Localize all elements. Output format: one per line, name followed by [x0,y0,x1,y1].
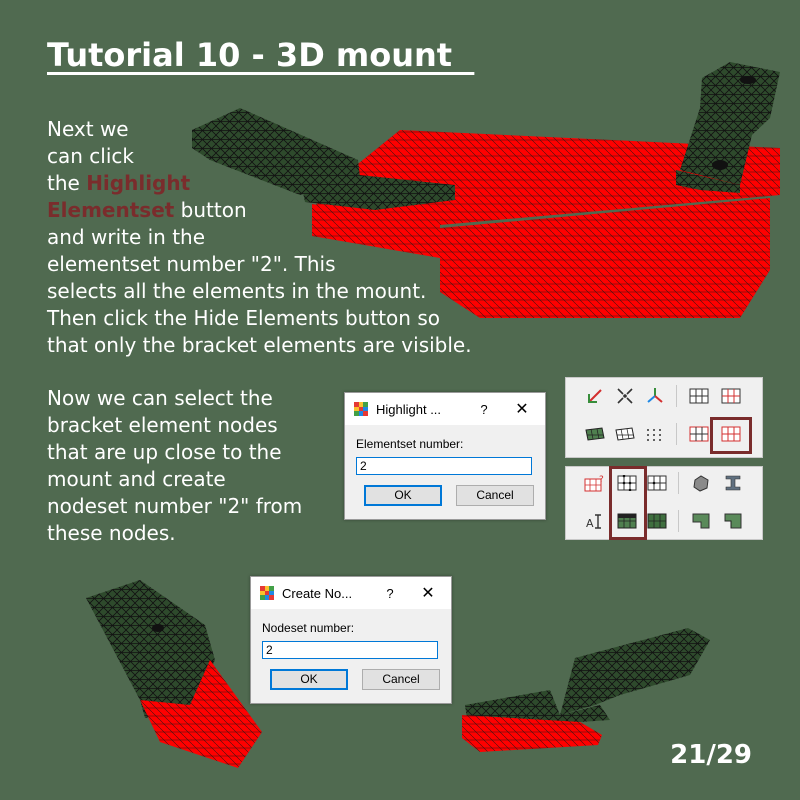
text-line: Now we can select the [47,386,273,410]
toolbar-separator [676,423,677,445]
rotate-axes-icon[interactable] [582,384,608,408]
text-line: that are up close to the [47,440,282,464]
svg-text:?: ? [599,475,604,485]
axis-triad-icon[interactable] [642,384,668,408]
instruction-paragraph-1: Next we can click the Highlight Elements… [47,116,472,359]
text-line: elementset number "2". This [47,252,336,276]
highlight-elementset-dialog: Highlight ... ? ✕ Elementset number: OK … [344,392,546,520]
text-line: mount and create [47,467,226,491]
l-shape-icon[interactable] [688,509,714,533]
dialog-title: Create No... [282,585,353,601]
dialog-buttons: OK Cancel [364,485,545,506]
app-icon [354,402,368,416]
app-icon [260,586,274,600]
toolbar-separator [676,385,677,407]
nodeset-number-label: Nodeset number: [262,621,355,635]
text-line: these nodes. [47,521,176,545]
text-line: bracket element nodes [47,413,278,437]
shaded-plate-icon[interactable] [582,422,608,446]
ok-button[interactable]: OK [270,669,348,690]
page-title: Tutorial 10 - 3D mount [47,36,475,74]
node-dots-icon[interactable] [642,422,668,446]
text-line: that only the bracket elements are visib… [47,333,472,357]
close-button[interactable]: ✕ [405,583,451,603]
text-line: Next we [47,117,129,141]
text-line: and write in the [47,225,206,249]
i-beam-icon[interactable] [720,471,746,495]
page-number: 21/29 [670,740,752,770]
text-line: Elementset button [47,197,472,224]
toolbar-separator [678,510,679,532]
toolbar-view [565,377,763,458]
element-grid-red-icon[interactable] [718,384,744,408]
node-select-question-icon[interactable]: ? [582,471,608,495]
cancel-button[interactable]: Cancel [456,485,534,506]
hide-elements-icon[interactable] [686,422,712,446]
shrink-nodes-icon[interactable] [612,384,638,408]
help-button[interactable]: ? [375,586,405,601]
mesh-plate-icon[interactable] [612,422,638,446]
elementset-number-label: Elementset number: [356,437,464,451]
ok-button[interactable]: OK [364,485,442,506]
solid-shape-icon[interactable] [688,471,714,495]
close-button[interactable]: ✕ [499,399,545,419]
bottom-left-bracket-mesh [86,580,262,768]
element-grid-icon[interactable] [686,384,712,408]
text-fragment: the [47,171,87,195]
help-button[interactable]: ? [469,402,499,417]
dialog-buttons: OK Cancel [270,669,451,690]
toolbar-nodes: ? A [565,466,763,540]
text-line: can click [47,144,134,168]
text-line: Then click the Hide Elements button so [47,306,440,330]
highlight-button-name: Highlight [86,171,191,195]
text-line: nodeset number "2" from [47,494,303,518]
dialog-titlebar: Highlight ... ? ✕ [345,393,545,425]
text-line: selects all the elements in the mount. [47,279,427,303]
dialog-title: Highlight ... [376,401,442,417]
cancel-button[interactable]: Cancel [362,669,440,690]
toolbar-separator [678,472,679,494]
bottom-right-bracket-mesh [462,628,710,752]
l-shape-cut-icon[interactable] [720,509,746,533]
highlight-focus-box [710,417,752,454]
dialog-titlebar: Create No... ? ✕ [251,577,451,609]
create-nodeset-focus-box [609,466,647,540]
elementset-number-input[interactable] [356,457,532,475]
svg-text:A: A [586,517,594,530]
text-fragment: button [174,198,247,222]
nodeset-grid-icon[interactable] [644,471,670,495]
dark-grid-icon[interactable] [644,509,670,533]
scale-node-icon[interactable]: A [582,509,608,533]
nodeset-number-input[interactable] [262,641,438,659]
create-nodeset-dialog: Create No... ? ✕ Nodeset number: OK Canc… [250,576,452,704]
text-line: the Highlight [47,170,472,197]
elementset-button-name: Elementset [47,198,175,222]
instruction-paragraph-2: Now we can select the bracket element no… [47,385,302,547]
